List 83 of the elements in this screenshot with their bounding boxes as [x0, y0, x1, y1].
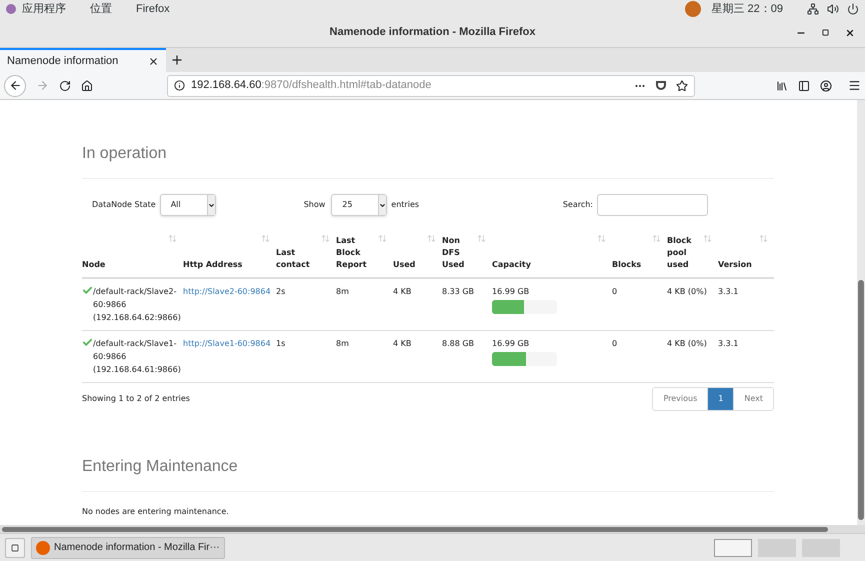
address-bar[interactable]: 192.168.64.60:9870/dfshealth.html#tab-datanode — [167, 74, 695, 96]
search-field[interactable] — [597, 194, 708, 216]
table-cell: 1s — [276, 338, 286, 348]
table-cell: 4 KB (0%) — [667, 287, 707, 296]
node-link[interactable]: http://Slave2-60:9864 — [183, 287, 271, 296]
top-menu[interactable]: Firefox — [136, 0, 170, 18]
search-label: Search: — [562, 199, 593, 211]
power-icon[interactable] — [847, 3, 859, 15]
table-cell: 8m — [336, 287, 349, 296]
horizontal-scrollbar[interactable] — [0, 525, 865, 533]
window-title: Namenode information - Mozilla Firefox — [330, 25, 536, 40]
column-header[interactable]: Version — [718, 259, 760, 271]
menu-icon[interactable] — [848, 79, 861, 92]
caret-icon — [208, 202, 215, 208]
top-menu[interactable]: 应用程序 — [22, 0, 66, 18]
home-icon[interactable] — [81, 80, 93, 92]
info-icon[interactable] — [174, 80, 185, 91]
browser-tab[interactable]: Namenode information — [0, 48, 166, 72]
table-cell: 3.3.1 — [718, 338, 738, 348]
table-cell: 2s — [276, 287, 286, 296]
column-header[interactable]: Http Address — [183, 259, 262, 271]
table-cell: 16.99 GB — [492, 287, 530, 296]
page-length-dropdown[interactable]: 25 — [331, 194, 388, 216]
column-header[interactable]: Last contact — [276, 247, 322, 271]
column-header[interactable]: Node — [82, 259, 169, 271]
library-icon[interactable] — [776, 80, 788, 92]
table-cell: 16.99 GB — [492, 338, 530, 348]
apps-icon — [6, 4, 16, 14]
table-cell: 0 — [612, 338, 618, 348]
pagination-button[interactable]: Previous — [653, 388, 708, 410]
workspace-switcher[interactable] — [714, 538, 752, 556]
pagination-button[interactable]: 1 — [707, 388, 734, 410]
entries-label: entries — [391, 199, 420, 211]
table-cell: 3.3.1 — [718, 287, 738, 296]
show-desktop-button[interactable] — [5, 538, 25, 558]
table-cell: 4 KB — [393, 287, 412, 296]
table-cell: 4 KB (0%) — [667, 338, 707, 348]
window-icon — [11, 544, 19, 552]
filter-label: DataNode State — [92, 199, 156, 211]
vertical-scrollbar[interactable] — [857, 100, 865, 525]
browser-logo-icon — [36, 540, 50, 554]
reload-icon[interactable] — [59, 80, 71, 92]
pagination-button[interactable]: Next — [733, 388, 773, 410]
caret-icon — [379, 202, 386, 208]
maximize-icon[interactable] — [822, 29, 829, 36]
network-icon[interactable] — [807, 3, 819, 15]
taskbar-window-button[interactable]: Namenode information - Mozilla Fir··· — [31, 536, 225, 558]
column-header[interactable]: Last Block Report — [336, 235, 379, 271]
sidebar-icon[interactable] — [798, 80, 810, 92]
back-button[interactable] — [4, 74, 26, 96]
clock[interactable]: 星期三 22：09 — [711, 0, 783, 18]
column-header[interactable]: Used — [393, 259, 428, 271]
table-cell-text: /default-rack/Slave1-60:9866 (192.168.64.61:9866) — [93, 338, 181, 376]
node-link[interactable]: http://Slave1-60:9864 — [183, 338, 271, 348]
workspace-switcher[interactable] — [802, 538, 840, 556]
table-info: Showing 1 to 2 of 2 entries — [82, 392, 190, 404]
healthy-check-icon — [82, 285, 93, 296]
table-cell: 4 KB — [393, 338, 412, 348]
healthy-check-icon — [82, 336, 93, 348]
account-icon[interactable] — [820, 80, 832, 92]
section-heading: In operation — [82, 142, 774, 179]
workspace-switcher[interactable] — [758, 538, 796, 556]
close-tab-icon[interactable] — [148, 56, 159, 66]
table-cell: 8m — [336, 338, 349, 348]
new-tab-icon[interactable] — [170, 53, 184, 67]
column-header[interactable]: Capacity — [492, 259, 598, 271]
bookmark-star-icon[interactable] — [676, 80, 688, 92]
column-header[interactable]: Non DFS Used — [442, 235, 478, 271]
maintenance-message: No nodes are entering maintenance. — [82, 506, 230, 518]
state-dropdown[interactable]: All — [160, 194, 216, 216]
table-cell: 0 — [612, 287, 618, 296]
column-header[interactable]: Blocks — [612, 259, 653, 271]
table-cell: 8.33 GB — [442, 287, 474, 296]
section-heading: Entering Maintenance — [82, 454, 774, 492]
table-cell-text: /default-rack/Slave2-60:9866 (192.168.64.62:9866) — [93, 286, 181, 324]
volume-icon[interactable] — [827, 3, 839, 15]
app-indicator-icon[interactable] — [685, 1, 702, 17]
show-label: Show — [304, 199, 326, 211]
close-icon[interactable] — [845, 28, 855, 38]
top-menu[interactable]: 位置 — [90, 0, 112, 18]
column-header[interactable]: Block pool used — [667, 235, 704, 271]
table-cell: 8.88 GB — [442, 338, 474, 348]
back-arrow-icon — [8, 79, 22, 92]
